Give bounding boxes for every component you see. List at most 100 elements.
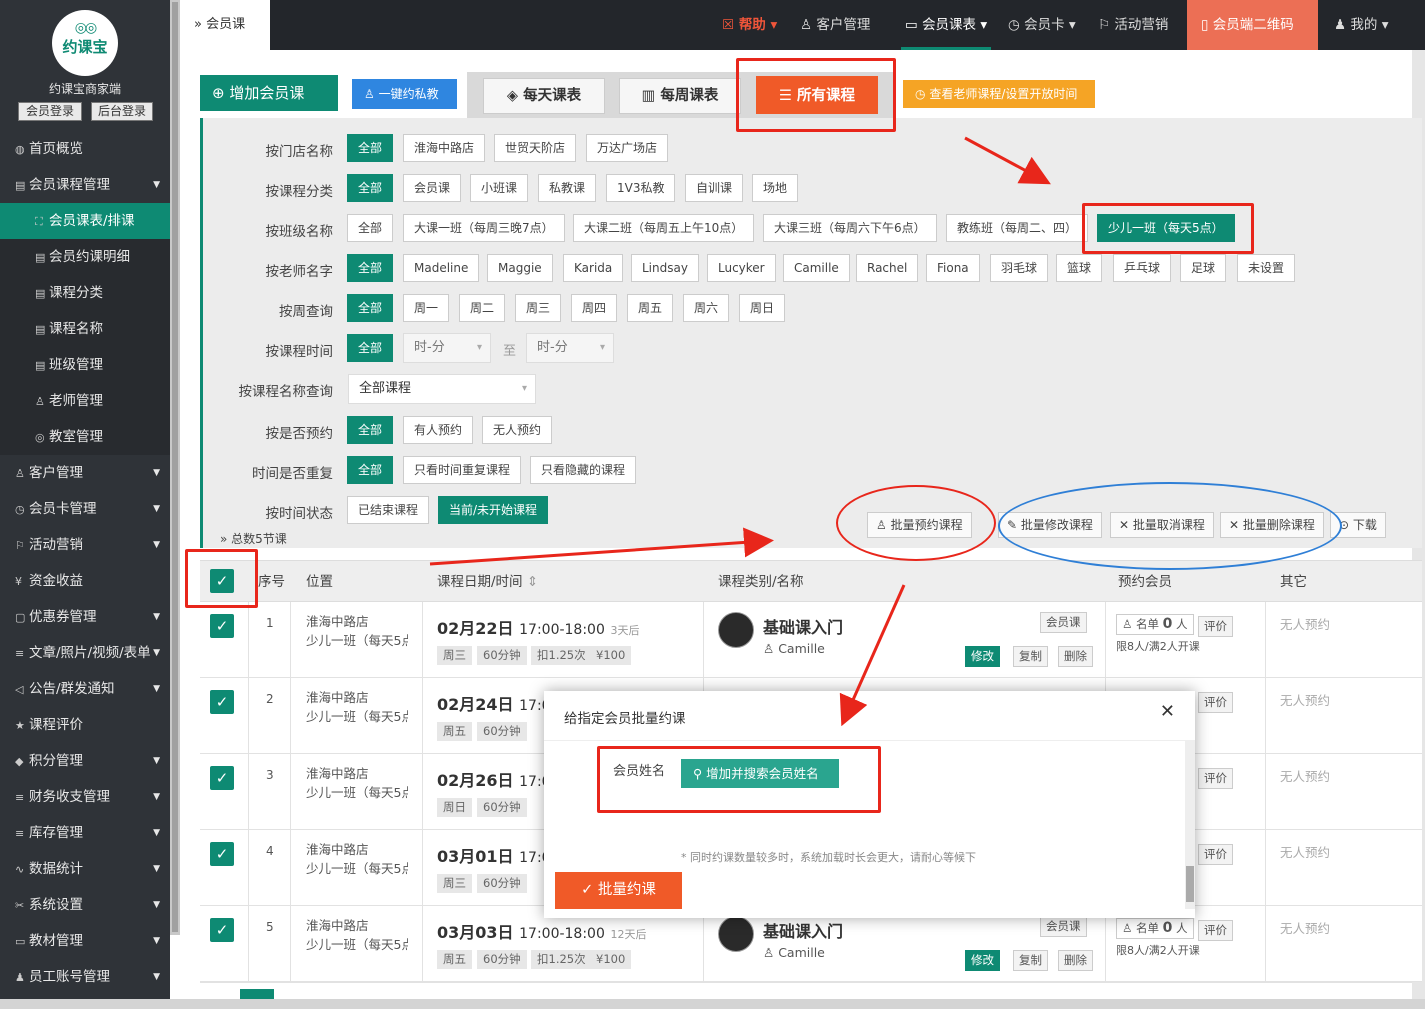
filter-chip[interactable]: 周一: [403, 294, 450, 322]
horizontal-scrollbar[interactable]: [0, 999, 1425, 1009]
filter-chip[interactable]: Lindsay: [631, 254, 699, 282]
filter-chip[interactable]: 全部: [347, 416, 394, 444]
review-button[interactable]: 评价: [1198, 844, 1233, 865]
filter-chip[interactable]: 全部: [347, 294, 394, 322]
sidebar-item-1[interactable]: ▤ 会员课程管理 ▼: [0, 167, 170, 203]
sidebar-item-22[interactable]: ▭ 教材管理 ▼: [0, 923, 170, 959]
batch-book-submit-button[interactable]: ✓ 批量约课: [555, 872, 682, 909]
filter-chip[interactable]: 私教课: [538, 174, 597, 202]
daily-schedule-button[interactable]: ◈ 每天课表: [483, 78, 605, 114]
filter-chip[interactable]: 1V3私教: [606, 174, 676, 202]
sidebar-item-0[interactable]: ◍ 首页概览: [0, 131, 170, 167]
filter-chip[interactable]: 已结束课程: [347, 496, 430, 524]
filter-chip[interactable]: 篮球: [1056, 254, 1103, 282]
filter-chip[interactable]: 全部: [347, 456, 394, 484]
sidebar-item-3[interactable]: ▤ 会员约课明细: [0, 239, 170, 275]
filter-chip[interactable]: 足球: [1180, 254, 1227, 282]
sidebar-item-16[interactable]: ★ 课程评价: [0, 707, 170, 743]
sidebar-scrollbar-thumb[interactable]: [172, 2, 178, 932]
sidebar-item-9[interactable]: ♙ 客户管理 ▼: [0, 455, 170, 491]
filter-chip[interactable]: 未设置: [1237, 254, 1296, 282]
filter-chip[interactable]: 全部: [347, 174, 394, 202]
sidebar-item-4[interactable]: ▤ 课程分类: [0, 275, 170, 311]
sidebar-item-23[interactable]: ♟ 员工账号管理 ▼: [0, 959, 170, 995]
filter-chip[interactable]: 只看时间重复课程: [403, 456, 522, 484]
member-login-button[interactable]: 会员登录: [18, 102, 82, 121]
filter-chip[interactable]: 大课二班（每周五上午10点）: [573, 214, 755, 242]
review-button[interactable]: 评价: [1198, 768, 1233, 789]
filter-chip[interactable]: 当前/未开始课程: [438, 496, 549, 524]
weekly-schedule-button[interactable]: ▥ 每周课表: [619, 78, 741, 114]
me-menu[interactable]: ♟ 我的 ▾: [1334, 0, 1388, 50]
filter-chip[interactable]: 周四: [571, 294, 618, 322]
sidebar-item-11[interactable]: ⚐ 活动营销 ▼: [0, 527, 170, 563]
filter-chip[interactable]: 教练班（每周二、四）: [946, 214, 1089, 242]
sidebar-item-7[interactable]: ♙ 老师管理: [0, 383, 170, 419]
filter-chip[interactable]: 大课一班（每周三晚7点）: [403, 214, 565, 242]
book-private-button[interactable]: ♙ 一键约私教: [352, 79, 457, 109]
review-button[interactable]: 评价: [1198, 692, 1233, 713]
filter-chip[interactable]: 全部: [347, 134, 394, 162]
col-datetime[interactable]: 课程日期/时间 ⇕: [437, 562, 538, 602]
filter-chip[interactable]: Madeline: [403, 254, 480, 282]
marketing-menu[interactable]: ⚐ 活动营销: [1098, 0, 1168, 50]
row-checkbox[interactable]: ✓: [210, 842, 234, 866]
sort-icon[interactable]: ⇕: [527, 574, 538, 590]
time-all-chip[interactable]: 全部: [347, 334, 394, 362]
filter-chip[interactable]: Karida: [563, 254, 624, 282]
review-button[interactable]: 评价: [1198, 616, 1233, 637]
help-menu[interactable]: ☒ 帮助 ▾: [722, 0, 777, 50]
filter-chip[interactable]: 世贸天阶店: [494, 134, 577, 162]
qr-code-button[interactable]: ▯ 会员端二维码: [1187, 0, 1318, 50]
filter-chip[interactable]: 万达广场店: [586, 134, 669, 162]
filter-chip[interactable]: 大课三班（每周六下午6点）: [763, 214, 937, 242]
filter-chip[interactable]: 羽毛球: [990, 254, 1049, 282]
filter-chip[interactable]: 自训课: [685, 174, 744, 202]
sidebar-item-18[interactable]: ≡ 财务收支管理 ▼: [0, 779, 170, 815]
member-list-button[interactable]: ♙ 名单 0 人: [1116, 918, 1194, 939]
filter-chip[interactable]: 有人预约: [403, 416, 474, 444]
filter-chip[interactable]: Lucyker: [707, 254, 776, 282]
teacher-hours-button[interactable]: ◷ 查看老师课程/设置开放时间: [903, 80, 1095, 108]
filter-chip[interactable]: 无人预约: [482, 416, 553, 444]
member-list-button[interactable]: ♙ 名单 0 人: [1116, 614, 1194, 635]
sidebar-item-14[interactable]: ≡ 文章/照片/视频/表单 ▼: [0, 635, 170, 671]
filter-chip[interactable]: Fiona: [926, 254, 980, 282]
course-name-select[interactable]: 全部课程: [348, 374, 536, 404]
filter-chip[interactable]: 周三: [515, 294, 562, 322]
modal-scrollbar-thumb[interactable]: [1186, 866, 1194, 902]
filter-chip[interactable]: Maggie: [487, 254, 553, 282]
backend-login-button[interactable]: 后台登录: [91, 102, 153, 121]
filter-chip[interactable]: 周二: [459, 294, 506, 322]
filter-chip[interactable]: Rachel: [856, 254, 919, 282]
filter-chip[interactable]: 周六: [683, 294, 730, 322]
customer-menu[interactable]: ♙ 客户管理: [800, 0, 870, 50]
filter-chip[interactable]: 周五: [627, 294, 674, 322]
filter-chip[interactable]: Camille: [783, 254, 850, 282]
copy-button[interactable]: 复制: [1013, 646, 1048, 667]
row-checkbox[interactable]: ✓: [210, 614, 234, 638]
sidebar-item-17[interactable]: ◆ 积分管理 ▼: [0, 743, 170, 779]
row-checkbox[interactable]: ✓: [210, 690, 234, 714]
row-checkbox[interactable]: ✓: [210, 918, 234, 942]
sidebar-item-19[interactable]: ≡ 库存管理 ▼: [0, 815, 170, 851]
time-from-select[interactable]: 时-分: [403, 333, 491, 363]
sidebar-item-12[interactable]: ¥ 资金收益: [0, 563, 170, 599]
filter-chip[interactable]: 全部: [347, 214, 394, 242]
schedule-menu[interactable]: ▭ 会员课表 ▾: [901, 0, 992, 50]
delete-button[interactable]: 删除: [1058, 646, 1093, 667]
sidebar-item-21[interactable]: ✂ 系统设置 ▼: [0, 887, 170, 923]
add-course-button[interactable]: ⊕ 增加会员课: [200, 75, 338, 111]
edit-button[interactable]: 修改: [965, 646, 1000, 667]
sidebar-item-20[interactable]: ∿ 数据统计 ▼: [0, 851, 170, 887]
sidebar-item-13[interactable]: ▢ 优惠券管理 ▼: [0, 599, 170, 635]
close-icon[interactable]: ✕: [1160, 701, 1175, 722]
filter-chip[interactable]: 周日: [739, 294, 786, 322]
sidebar-item-2[interactable]: ⛶ 会员课表/排课: [0, 203, 170, 239]
filter-chip[interactable]: 场地: [752, 174, 799, 202]
sidebar-item-6[interactable]: ▤ 班级管理: [0, 347, 170, 383]
time-to-select[interactable]: 时-分: [526, 333, 614, 363]
sidebar-item-15[interactable]: ◁ 公告/群发通知 ▼: [0, 671, 170, 707]
filter-chip[interactable]: 淮海中路店: [403, 134, 486, 162]
filter-chip[interactable]: 乒乓球: [1113, 254, 1172, 282]
